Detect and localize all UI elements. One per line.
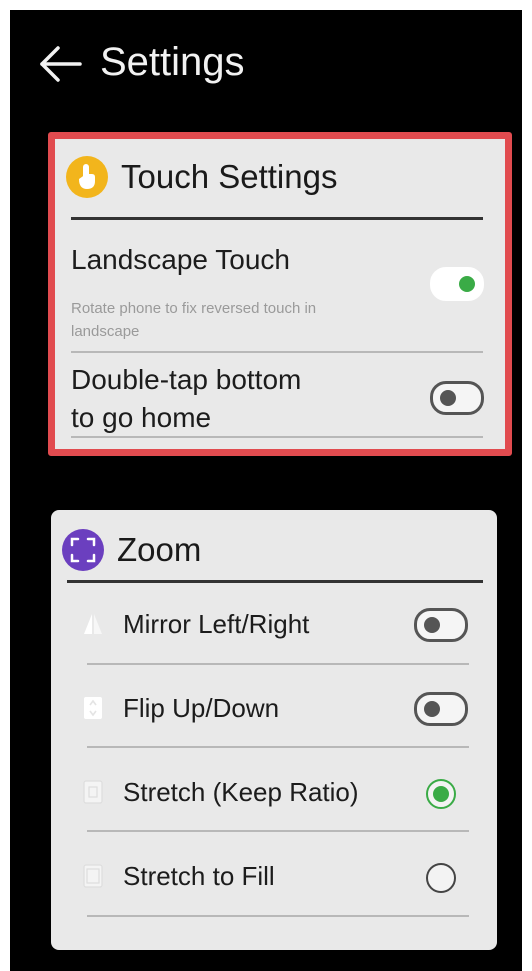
back-button[interactable] bbox=[38, 44, 84, 84]
settings-screen: Settings Touch Settings Landscape Touch … bbox=[10, 10, 522, 971]
zoom-header: Zoom bbox=[61, 528, 201, 572]
row-divider bbox=[71, 351, 483, 353]
row-divider bbox=[87, 830, 469, 832]
mirror-icon bbox=[84, 614, 102, 634]
stretch-to-fill-icon bbox=[83, 864, 103, 888]
arrow-left-icon bbox=[40, 46, 82, 82]
header-divider bbox=[67, 580, 483, 583]
stretch-to-fill-label: Stretch to Fill bbox=[123, 861, 275, 891]
row-divider bbox=[87, 663, 469, 665]
flip-icon bbox=[84, 697, 102, 719]
zoom-title: Zoom bbox=[117, 531, 202, 568]
touch-settings-card: Touch Settings Landscape Touch Rotate ph… bbox=[48, 132, 512, 456]
row-divider bbox=[87, 915, 469, 917]
toggle-knob bbox=[459, 276, 475, 292]
toggle-knob bbox=[424, 617, 440, 633]
page-title: Settings bbox=[100, 40, 245, 84]
expand-icon bbox=[62, 529, 104, 571]
toggle-knob bbox=[424, 701, 440, 717]
mirror-left-right-toggle[interactable] bbox=[414, 608, 468, 642]
touch-hand-icon bbox=[66, 156, 108, 198]
zoom-card: Zoom Mirror Left/Right Flip Up/Down Stre… bbox=[51, 510, 497, 950]
touch-settings-title: Touch Settings bbox=[121, 158, 338, 195]
flip-up-down-label: Flip Up/Down bbox=[123, 693, 280, 723]
toggle-knob bbox=[440, 390, 456, 406]
landscape-touch-toggle[interactable] bbox=[430, 267, 484, 301]
header: Settings bbox=[10, 38, 522, 98]
row-divider bbox=[87, 746, 469, 748]
double-tap-title-line1: Double-tap bottom bbox=[71, 364, 302, 395]
landscape-touch-subtitle-line1: Rotate phone to fix reversed touch in bbox=[71, 300, 317, 317]
double-tap-toggle[interactable] bbox=[430, 381, 484, 415]
touch-settings-header: Touch Settings bbox=[65, 155, 337, 199]
stretch-to-fill-radio[interactable] bbox=[426, 863, 456, 893]
stretch-keep-ratio-label: Stretch (Keep Ratio) bbox=[123, 777, 359, 807]
stretch-keep-ratio-radio[interactable] bbox=[426, 779, 456, 809]
stretch-keep-ratio-icon bbox=[83, 780, 103, 804]
double-tap-title-line2: to go home bbox=[71, 402, 212, 433]
landscape-touch-subtitle-line2: landscape bbox=[71, 323, 140, 340]
header-divider bbox=[71, 217, 483, 220]
row-divider bbox=[71, 436, 483, 438]
landscape-touch-title: Landscape Touch bbox=[71, 244, 290, 275]
mirror-left-right-label: Mirror Left/Right bbox=[123, 609, 310, 639]
flip-up-down-toggle[interactable] bbox=[414, 692, 468, 726]
